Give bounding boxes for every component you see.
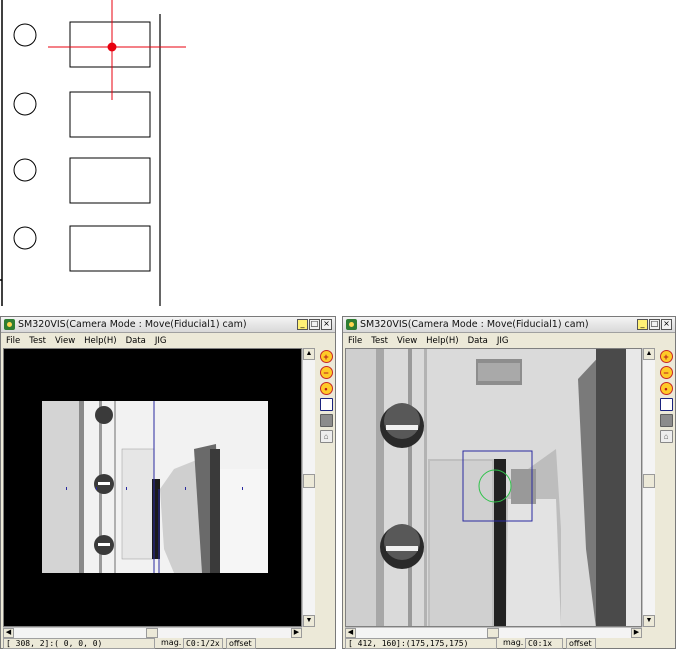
vertical-scroll-thumb[interactable] [303, 474, 315, 488]
pocket-4 [69, 225, 151, 272]
menu-view[interactable]: View [55, 336, 75, 346]
zoom-in-icon[interactable]: + [659, 350, 673, 363]
pocket-2 [69, 91, 151, 138]
close-button[interactable]: × [321, 319, 332, 330]
crosshair-center-dot [107, 42, 117, 52]
zoom-fit-icon[interactable]: • [319, 382, 333, 395]
minimize-button[interactable]: _ [297, 319, 308, 330]
camera-view[interactable] [345, 348, 642, 627]
window-title: SM320VIS(Camera Mode : Move(Fiducial1) c… [360, 319, 589, 330]
status-coords: [ 308, 2]:( 0, 0, 0) [3, 638, 155, 649]
camera-image-full [346, 349, 641, 626]
vertical-scroll-thumb[interactable] [643, 474, 655, 488]
scroll-left-button[interactable]: ◀ [3, 628, 14, 638]
menu-jig[interactable]: JIG [497, 336, 509, 346]
side-toolbar: + − • ⌂ [317, 350, 335, 443]
close-button[interactable]: × [661, 319, 672, 330]
lock-icon[interactable]: ⌂ [319, 430, 333, 443]
lock-icon[interactable]: ⌂ [659, 430, 673, 443]
scroll-up-button[interactable]: ▲ [303, 348, 315, 360]
scroll-up-button[interactable]: ▲ [643, 348, 655, 360]
pocket-3 [69, 157, 151, 204]
maximize-button[interactable]: □ [649, 319, 660, 330]
app-icon [4, 319, 15, 330]
scroll-down-button[interactable]: ▼ [643, 615, 655, 627]
side-toolbar: + − • ⌂ [657, 350, 675, 443]
vertical-scrollbar[interactable]: ▲ ▼ [642, 348, 655, 627]
horizontal-scroll-thumb[interactable] [487, 628, 499, 638]
menu-file[interactable]: File [6, 336, 20, 346]
status-mag-label: mag. [161, 638, 182, 647]
menu-file[interactable]: File [348, 336, 362, 346]
strip-hole-1 [13, 23, 37, 47]
camera-window-left: SM320VIS(Camera Mode : Move(Fiducial1) c… [0, 316, 336, 649]
menu-data[interactable]: Data [126, 336, 146, 346]
camera-image-half [4, 349, 301, 626]
gray-square-icon[interactable] [659, 414, 673, 427]
title-bar[interactable]: SM320VIS(Camera Mode : Move(Fiducial1) c… [343, 317, 675, 333]
camera-window-right: SM320VIS(Camera Mode : Move(Fiducial1) c… [342, 316, 676, 649]
menu-help[interactable]: Help(H) [426, 336, 458, 346]
menu-bar: File Test View Help(H) Data JIG [1, 334, 335, 348]
minimize-button[interactable]: _ [637, 319, 648, 330]
scroll-right-button[interactable]: ▶ [291, 628, 302, 638]
zoom-fit-icon[interactable]: • [659, 382, 673, 395]
zoom-out-icon[interactable]: − [659, 366, 673, 379]
camera-view[interactable] [3, 348, 302, 627]
status-offset: offset [566, 638, 596, 649]
status-coords: [ 412, 160]:(175,175,175) [345, 638, 497, 649]
scroll-left-button[interactable]: ◀ [345, 628, 356, 638]
menu-test[interactable]: Test [29, 336, 46, 346]
maximize-button[interactable]: □ [309, 319, 320, 330]
menu-test[interactable]: Test [371, 336, 388, 346]
zoom-in-icon[interactable]: + [319, 350, 333, 363]
status-bar: [ 308, 2]:( 0, 0, 0) mag. C0:1/2x offset [1, 638, 335, 649]
title-buttons: _ □ × [297, 319, 332, 330]
scroll-down-button[interactable]: ▼ [303, 615, 315, 627]
status-bar: [ 412, 160]:(175,175,175) mag. C0:1x off… [343, 638, 675, 649]
menu-view[interactable]: View [397, 336, 417, 346]
strip-hole-2 [13, 92, 37, 116]
menu-jig[interactable]: JIG [155, 336, 167, 346]
horizontal-scroll-thumb[interactable] [146, 628, 158, 638]
app-icon [346, 319, 357, 330]
menu-help[interactable]: Help(H) [84, 336, 116, 346]
status-offset: offset [226, 638, 256, 649]
zoom-out-icon[interactable]: − [319, 366, 333, 379]
status-mag-label: mag. [503, 638, 524, 647]
status-mag-value: C0:1/2x [183, 638, 223, 649]
window-title: SM320VIS(Camera Mode : Move(Fiducial1) c… [18, 319, 247, 330]
fiducial-diagram [0, 0, 676, 306]
window-icon[interactable] [659, 398, 673, 411]
diagram-canvas [0, 0, 186, 306]
menu-data[interactable]: Data [468, 336, 488, 346]
vertical-scrollbar[interactable]: ▲ ▼ [302, 348, 315, 627]
gray-square-icon[interactable] [319, 414, 333, 427]
menu-bar: File Test View Help(H) Data JIG [343, 334, 675, 348]
title-bar[interactable]: SM320VIS(Camera Mode : Move(Fiducial1) c… [1, 317, 335, 333]
title-buttons: _ □ × [637, 319, 672, 330]
strip-hole-3 [13, 158, 37, 182]
strip-hole-4 [13, 226, 37, 250]
status-mag-value: C0:1x [525, 638, 563, 649]
window-icon[interactable] [319, 398, 333, 411]
scroll-right-button[interactable]: ▶ [631, 628, 642, 638]
horizontal-scrollbar[interactable]: ◀ ▶ [3, 627, 302, 638]
horizontal-scrollbar[interactable]: ◀ ▶ [345, 627, 642, 638]
